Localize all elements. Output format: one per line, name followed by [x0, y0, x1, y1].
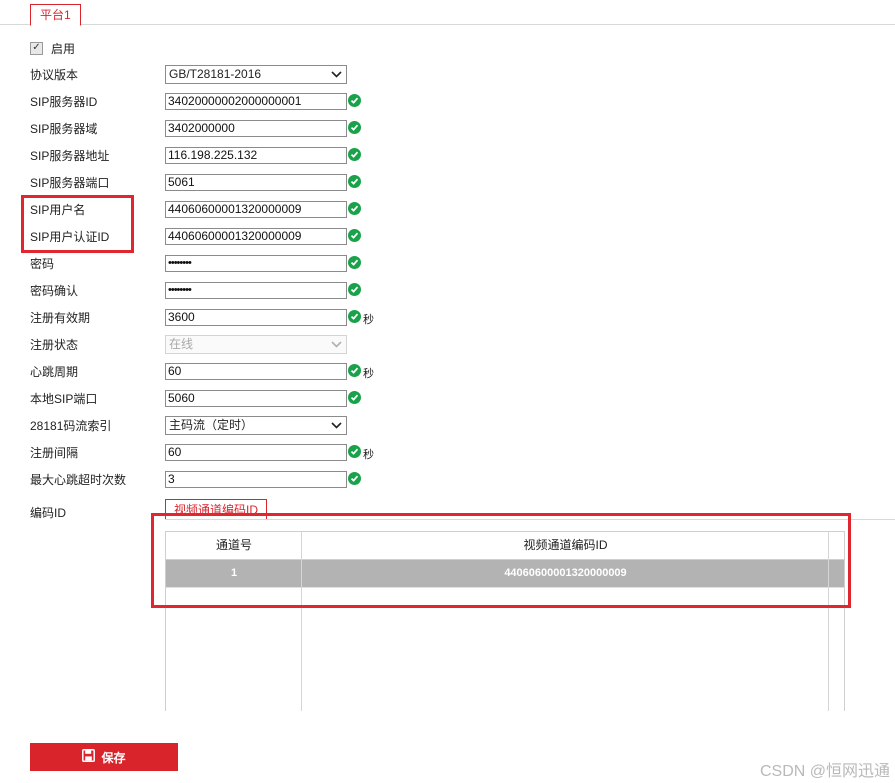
stream-index-value: 主码流（定时）	[169, 418, 254, 432]
valid-check-icon	[348, 472, 361, 485]
heartbeat-period-input[interactable]: 60	[165, 363, 347, 380]
heartbeat-period-label: 心跳周期	[30, 365, 79, 379]
top-divider	[0, 24, 895, 25]
sip-server-domain-label: SIP服务器域	[30, 122, 98, 136]
valid-check-icon	[348, 94, 361, 107]
sip-server-port-label: SIP服务器端口	[30, 176, 110, 190]
valid-check-icon	[348, 391, 361, 404]
valid-check-icon	[348, 229, 361, 242]
chevron-down-icon	[330, 420, 342, 432]
max-heartbeat-timeouts-input[interactable]: 3	[165, 471, 347, 488]
protocol-version-label: 协议版本	[30, 68, 79, 82]
seconds-unit: 秒	[363, 449, 374, 461]
stream-index-label: 28181码流索引	[30, 419, 112, 433]
seconds-unit: 秒	[363, 314, 374, 326]
valid-check-icon	[348, 148, 361, 161]
valid-check-icon	[348, 283, 361, 296]
password-label: 密码	[30, 257, 55, 271]
valid-check-icon	[348, 175, 361, 188]
highlight-box-code-table	[151, 513, 851, 608]
sip-server-id-input[interactable]: 34020000002000000001	[165, 93, 347, 110]
protocol-version-select[interactable]: GB/T28181-2016	[165, 65, 347, 84]
seconds-unit: 秒	[363, 368, 374, 380]
register-validity-label: 注册有效期	[30, 311, 91, 325]
highlight-box-sip-user	[21, 195, 134, 253]
protocol-version-value: GB/T28181-2016	[169, 67, 262, 81]
password-confirm-input[interactable]: ••••••••	[165, 282, 347, 299]
local-sip-port-input[interactable]: 5060	[165, 390, 347, 407]
tab-platform-1[interactable]: 平台1	[30, 4, 81, 26]
sip-server-address-label: SIP服务器地址	[30, 149, 110, 163]
watermark: CSDN @恒网迅通	[759, 763, 890, 780]
save-button[interactable]: 保存	[30, 743, 178, 771]
register-status-value: 在线	[169, 337, 194, 351]
code-id-label: 编码ID	[30, 506, 67, 520]
valid-check-icon	[348, 445, 361, 458]
register-validity-input[interactable]: 3600	[165, 309, 347, 326]
password-input[interactable]: ••••••••	[165, 255, 347, 272]
valid-check-icon	[348, 202, 361, 215]
register-status-select: 在线	[165, 335, 347, 354]
valid-check-icon	[348, 121, 361, 134]
sip-username-input[interactable]: 44060600001320000009	[165, 201, 347, 218]
password-confirm-label: 密码确认	[30, 284, 79, 298]
chevron-down-icon	[330, 69, 342, 81]
register-interval-input[interactable]: 60	[165, 444, 347, 461]
valid-check-icon	[348, 256, 361, 269]
chevron-down-icon	[330, 339, 342, 351]
enable-checkbox[interactable]: ✓	[30, 41, 43, 55]
enable-row[interactable]: ✓ 启用	[30, 41, 76, 56]
stream-index-select[interactable]: 主码流（定时）	[165, 416, 347, 435]
valid-check-icon	[348, 364, 361, 377]
save-icon	[82, 749, 96, 765]
sip-auth-id-input[interactable]: 44060600001320000009	[165, 228, 347, 245]
save-label: 保存	[101, 750, 126, 765]
sip-server-domain-input[interactable]: 3402000000	[165, 120, 347, 137]
register-status-label: 注册状态	[30, 338, 79, 352]
max-heartbeat-timeouts-label: 最大心跳超时次数	[30, 473, 127, 487]
sip-server-id-label: SIP服务器ID	[30, 95, 98, 109]
sip-server-port-input[interactable]: 5061	[165, 174, 347, 191]
register-interval-label: 注册间隔	[30, 446, 79, 460]
enable-label: 启用	[51, 41, 76, 56]
valid-check-icon	[348, 310, 361, 323]
sip-server-address-input[interactable]: 116.198.225.132	[165, 147, 347, 164]
local-sip-port-label: 本地SIP端口	[30, 392, 98, 406]
